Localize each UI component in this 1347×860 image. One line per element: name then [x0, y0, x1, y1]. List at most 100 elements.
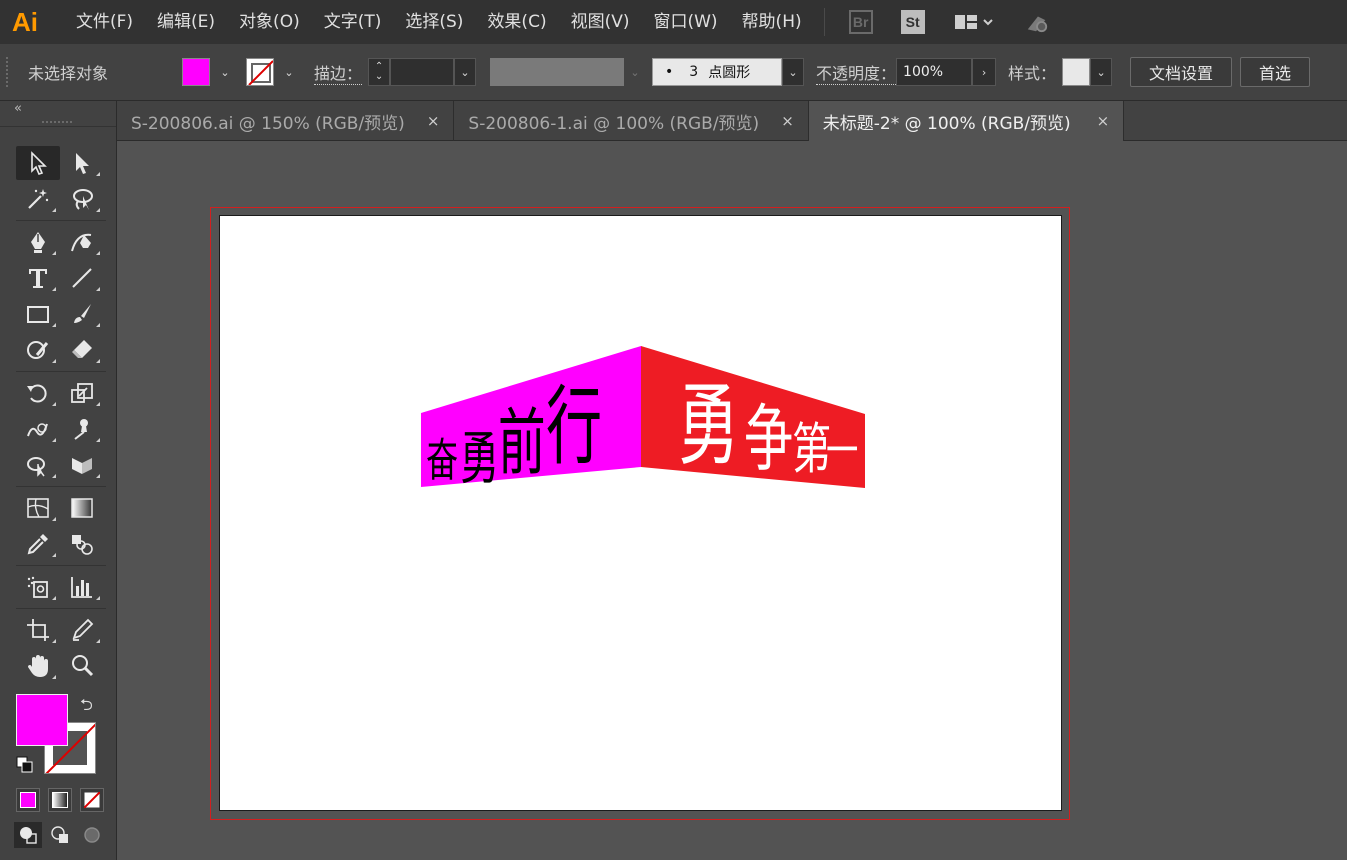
pen-tool[interactable] — [16, 225, 60, 259]
zoom-tool[interactable] — [60, 649, 104, 683]
tab-s-200806[interactable]: S-200806.ai @ 150% (RGB/预览) × — [117, 101, 455, 141]
opacity-arrow[interactable]: › — [972, 58, 997, 86]
artboard[interactable]: 奋 勇 前 行 勇 争 第 一 — [219, 215, 1062, 811]
preferences-button[interactable]: 首选 — [1240, 57, 1311, 87]
control-bar-grip[interactable] — [6, 57, 14, 87]
line-icon — [72, 268, 92, 288]
eyedropper-tool[interactable] — [16, 527, 60, 561]
color-icon — [20, 792, 36, 808]
mesh-tool[interactable] — [16, 491, 60, 525]
color-mode-button[interactable] — [16, 788, 40, 812]
menu-type[interactable]: 文字(T) — [312, 0, 394, 44]
opacity-label[interactable]: 不透明度： — [816, 60, 897, 85]
none-icon — [84, 792, 100, 808]
rectangle-tool[interactable] — [16, 297, 60, 331]
fill-dropdown[interactable]: ⌄ — [214, 58, 236, 86]
none-mode-button[interactable] — [80, 788, 104, 812]
tools-panel-grip[interactable] — [42, 121, 72, 124]
stroke-weight-dropdown[interactable]: ⌄ — [454, 58, 477, 86]
gradient-icon — [71, 498, 93, 518]
curvature-icon — [71, 233, 92, 252]
menu-view[interactable]: 视图(V) — [559, 0, 642, 44]
draw-behind-button[interactable] — [46, 822, 74, 848]
stroke-label[interactable]: 描边： — [314, 60, 363, 85]
perspective-grid-tool[interactable] — [60, 448, 104, 482]
document-setup-button[interactable]: 文档设置 — [1130, 57, 1233, 87]
close-icon[interactable]: × — [427, 112, 440, 130]
left-char-2: 勇 — [460, 424, 499, 492]
stroke-weight-input[interactable] — [390, 58, 455, 86]
bridge-icon[interactable]: Br — [848, 10, 873, 34]
draw-normal-button[interactable] — [14, 822, 42, 848]
tab-s-200806-1[interactable]: S-200806-1.ai @ 100% (RGB/预览) × — [454, 101, 809, 141]
type-tool[interactable] — [16, 261, 60, 295]
menu-object[interactable]: 对象(O) — [227, 0, 312, 44]
stroke-dropdown[interactable]: ⌄ — [278, 58, 300, 86]
hand-icon — [28, 655, 48, 677]
workspace-switcher-icon[interactable] — [953, 10, 997, 34]
default-fill-stroke-icon[interactable] — [16, 756, 34, 774]
curvature-tool[interactable] — [60, 225, 104, 259]
shaper-icon — [27, 341, 49, 359]
gradient-tool[interactable] — [60, 491, 104, 525]
column-graph-tool[interactable] — [60, 570, 104, 604]
menu-help[interactable]: 帮助(H) — [730, 0, 814, 44]
magic-wand-icon — [28, 189, 49, 209]
magic-wand-tool[interactable] — [16, 182, 60, 216]
shaper-tool[interactable] — [16, 333, 60, 367]
symbol-sprayer-icon — [27, 576, 48, 598]
direct-selection-tool[interactable] — [60, 146, 104, 180]
lasso-tool[interactable] — [60, 182, 104, 216]
line-segment-tool[interactable] — [60, 261, 104, 295]
draw-inside-icon — [84, 827, 100, 843]
paintbrush-tool[interactable] — [60, 297, 104, 331]
tab-untitled-2[interactable]: 未标题-2* @ 100% (RGB/预览) × — [808, 101, 1125, 141]
warp-tool[interactable] — [16, 412, 60, 446]
selection-status: 未选择对象 — [28, 64, 109, 83]
menu-file[interactable]: 文件(F) — [64, 0, 145, 44]
close-icon[interactable]: × — [1097, 112, 1110, 130]
symbol-sprayer-tool[interactable] — [16, 570, 60, 604]
scale-tool[interactable] — [60, 376, 104, 410]
selection-tool[interactable] — [16, 146, 60, 180]
brush-definition[interactable]: • 3 点圆形 — [652, 58, 783, 86]
profile-dropdown[interactable]: ⌄ — [624, 58, 647, 86]
shape-builder-tool[interactable] — [16, 448, 60, 482]
lasso-icon — [73, 189, 93, 210]
collapse-icon[interactable]: « — [14, 101, 22, 116]
stock-icon[interactable]: St — [900, 10, 925, 34]
left-char-1: 奋 — [426, 434, 458, 487]
gpu-performance-icon[interactable] — [1025, 10, 1049, 34]
variable-width-profile[interactable] — [490, 58, 625, 86]
rotate-tool[interactable] — [16, 376, 60, 410]
hand-tool[interactable] — [16, 649, 60, 683]
close-icon[interactable]: × — [781, 112, 794, 130]
gradient-mode-button[interactable] — [48, 788, 72, 812]
pen-icon — [31, 232, 45, 253]
left-char-4: 行 — [546, 378, 602, 477]
menu-window[interactable]: 窗口(W) — [641, 0, 729, 44]
puppet-warp-tool[interactable] — [60, 412, 104, 446]
artboard-tool[interactable] — [16, 613, 60, 647]
fill-color-swatch[interactable] — [182, 58, 210, 86]
tools-panel-header: « — [0, 101, 116, 127]
menu-edit[interactable]: 编辑(E) — [145, 0, 227, 44]
menu-select[interactable]: 选择(S) — [393, 0, 475, 44]
eraser-tool[interactable] — [60, 333, 104, 367]
brush-dropdown[interactable]: ⌄ — [782, 58, 805, 86]
drawing-modes-row — [14, 822, 106, 848]
graphic-style-swatch[interactable] — [1062, 58, 1091, 86]
fill-swatch[interactable] — [16, 694, 68, 746]
draw-normal-icon — [20, 827, 37, 844]
menu-bar: Ai 文件(F) 编辑(E) 对象(O) 文字(T) 选择(S) 效果(C) 视… — [0, 0, 1347, 44]
right-char-1: 勇 — [678, 374, 739, 478]
slice-tool[interactable] — [60, 613, 104, 647]
blend-tool[interactable] — [60, 527, 104, 561]
opacity-input[interactable]: 100% — [896, 58, 973, 86]
style-dropdown[interactable]: ⌄ — [1090, 58, 1113, 86]
stroke-weight-stepper[interactable]: ⌃ ⌄ — [368, 58, 391, 86]
stroke-color-swatch[interactable] — [246, 58, 274, 86]
menu-effect[interactable]: 效果(C) — [475, 0, 558, 44]
draw-inside-button[interactable] — [78, 822, 106, 848]
swap-fill-stroke-icon[interactable]: ⮌ — [80, 694, 93, 721]
